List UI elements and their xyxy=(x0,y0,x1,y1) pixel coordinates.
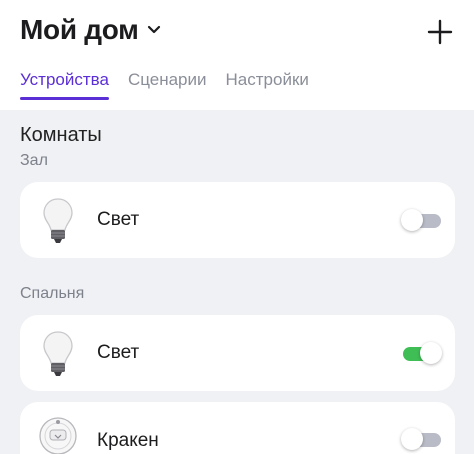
light-bulb-icon xyxy=(43,331,73,376)
device-card-bedroom-vacuum[interactable]: Кракен xyxy=(20,402,455,454)
device-toggle[interactable] xyxy=(401,342,442,364)
device-name: Кракен xyxy=(97,430,159,451)
rooms-section-title: Комнаты xyxy=(20,124,102,146)
chevron-down-icon xyxy=(147,25,160,34)
plus-icon[interactable] xyxy=(426,18,454,46)
light-bulb-icon xyxy=(43,198,73,243)
top-bar: Мой дом Устройства Сценарии Настройки xyxy=(0,0,474,110)
device-toggle[interactable] xyxy=(401,209,441,231)
room-label-bedroom: Спальня xyxy=(20,285,85,302)
home-title: Мой дом xyxy=(20,14,139,45)
toggle-knob xyxy=(401,209,423,231)
device-name: Свет xyxy=(97,342,140,363)
tab-settings[interactable]: Настройки xyxy=(226,70,309,100)
device-name: Свет xyxy=(97,209,140,230)
device-card-bedroom-light[interactable]: Свет xyxy=(20,315,455,391)
toggle-knob xyxy=(420,342,442,364)
tab-scenarios[interactable]: Сценарии xyxy=(128,70,207,100)
room-label-hall: Зал xyxy=(20,152,48,169)
tab-bar: Устройства Сценарии Настройки xyxy=(20,70,328,100)
robot-vacuum-icon xyxy=(39,417,77,454)
home-selector[interactable]: Мой дом xyxy=(20,14,161,46)
device-toggle[interactable] xyxy=(401,428,441,450)
tab-devices[interactable]: Устройства xyxy=(20,70,109,100)
device-card-hall-light[interactable]: Свет xyxy=(20,182,455,258)
toggle-knob xyxy=(401,428,423,450)
